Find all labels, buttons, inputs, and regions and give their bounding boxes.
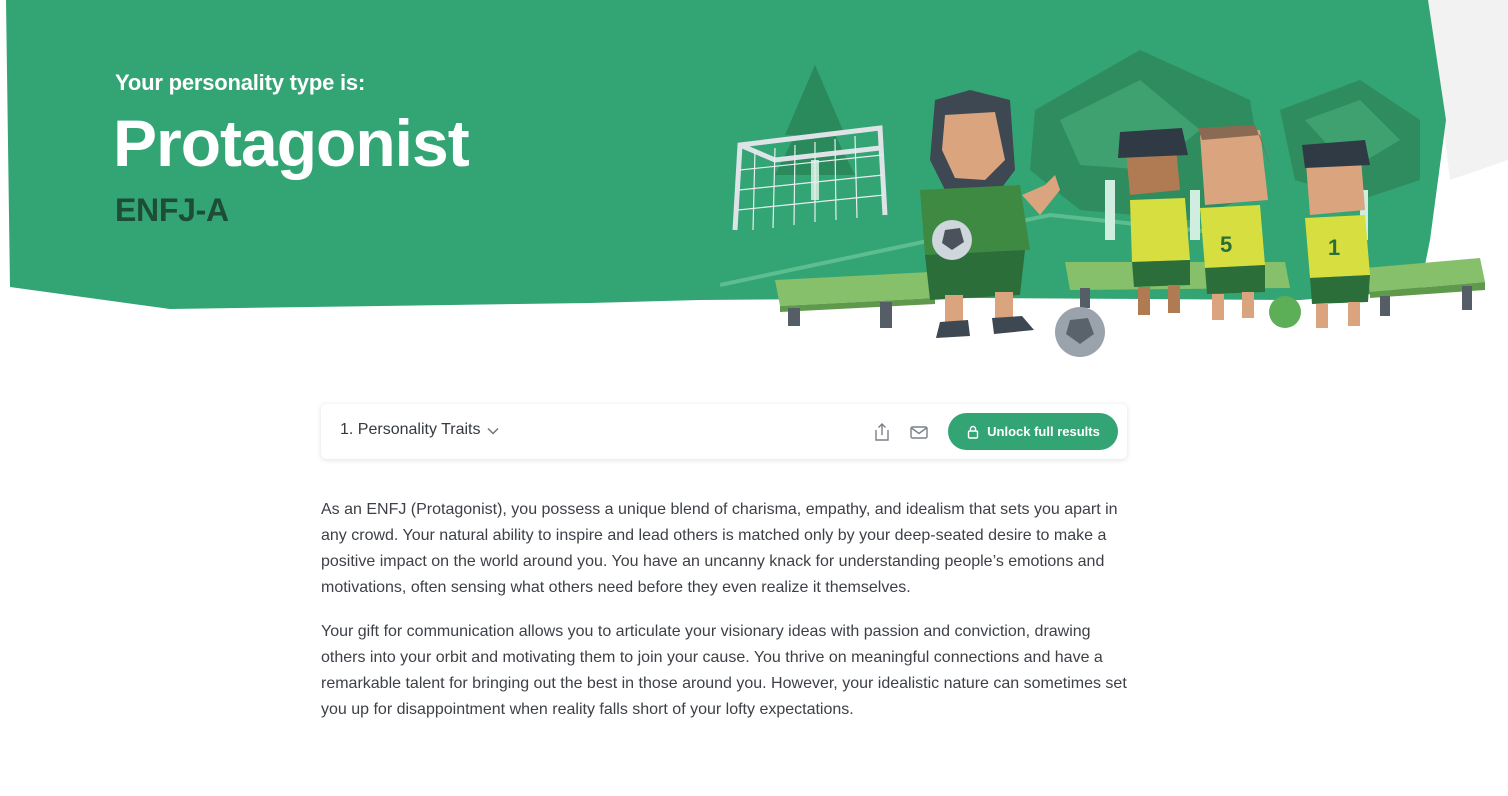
mail-icon (910, 426, 928, 439)
unlock-full-results-button[interactable]: Unlock full results (948, 413, 1118, 450)
personality-code: ENFJ-A (115, 192, 229, 228)
result-description: As an ENFJ (Protagonist), you possess a … (321, 497, 1127, 741)
unlock-button-label: Unlock full results (987, 424, 1100, 439)
lock-icon (967, 425, 979, 439)
personality-eyebrow: Your personality type is: (115, 70, 366, 95)
hero-banner: Your personality type is: Protagonist EN… (0, 0, 1508, 370)
share-button[interactable] (871, 421, 893, 443)
section-dropdown[interactable]: 1. Personality Traits (340, 421, 499, 439)
description-paragraph: Your gift for communication allows you t… (321, 623, 1127, 718)
email-button[interactable] (908, 421, 930, 443)
description-paragraph: As an ENFJ (Protagonist), you possess a … (321, 501, 1118, 596)
section-toolbar: 1. Personality Traits Unlock full result… (321, 404, 1127, 459)
svg-text:5: 5 (1220, 232, 1232, 257)
personality-title: Protagonist (113, 106, 470, 180)
chevron-down-icon (486, 427, 499, 435)
share-icon (875, 423, 889, 441)
section-dropdown-label: 1. Personality Traits (340, 421, 481, 438)
svg-text:1: 1 (1328, 235, 1340, 260)
soccer-team-illustration: 5 1 (720, 50, 1485, 357)
